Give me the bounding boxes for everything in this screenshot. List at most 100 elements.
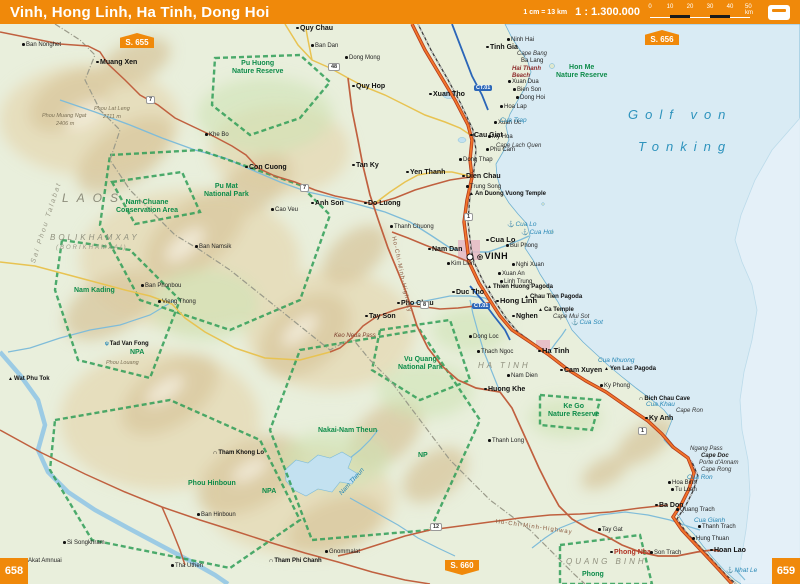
map-label: 7 xyxy=(300,184,309,192)
map-label: Ky Anh xyxy=(645,415,673,423)
temple-icon xyxy=(469,191,474,197)
map-label: Phong Nha xyxy=(610,549,651,557)
map-label: Nhat Le xyxy=(726,567,757,575)
map-label: NPA xyxy=(130,349,144,357)
map-label: Xuan Dua xyxy=(508,79,539,86)
map-label: Chau Tien Pagoda xyxy=(524,294,582,301)
map-label: Do Luong xyxy=(364,200,401,208)
settlement-dot xyxy=(271,208,274,211)
settlement-dot xyxy=(486,239,489,242)
settlement-dot xyxy=(171,564,174,567)
map-label: Tonking xyxy=(638,140,732,154)
map-label: Vieng Thong xyxy=(158,299,196,306)
settlement-dot xyxy=(538,350,541,353)
map-label: Porte d'Annam xyxy=(699,460,739,467)
map-label: Thien Huong Pagoda xyxy=(487,284,553,291)
map-label: Cam Xuyen xyxy=(560,367,602,375)
scale-segment xyxy=(730,15,750,18)
fall-icon xyxy=(105,341,109,347)
map-label: Khe Bo xyxy=(205,132,229,139)
map-label: Xuan An xyxy=(498,271,525,278)
temple-icon xyxy=(8,376,13,382)
map-label: Cape Mui Sot xyxy=(553,314,589,321)
map-label: Bui Phong xyxy=(506,243,538,250)
settlement-dot xyxy=(365,315,368,318)
scale-cm-text: 1 cm = 13 km xyxy=(523,9,567,16)
map-label: VINH xyxy=(477,252,508,262)
settlement-dot xyxy=(63,541,66,544)
settlement-dot xyxy=(494,121,497,124)
map-label: Phou Muang Ngat xyxy=(42,113,86,119)
settlement-dot xyxy=(141,284,144,287)
map-label: Tham Phi Chanh xyxy=(269,558,322,565)
map-label: Hon Me Nature Reserve xyxy=(556,64,607,79)
map-label: Quy Hop xyxy=(352,83,385,91)
scale-bar-segments xyxy=(650,15,750,18)
map-label: Dong Thap xyxy=(459,157,493,164)
page-number-right: 659 xyxy=(772,558,800,584)
map-label: (BORIKHAMXAI) xyxy=(56,245,128,252)
map-label: Anh Son xyxy=(311,200,344,208)
map-label: Nakai-Nam Theun xyxy=(318,427,377,435)
map-label: Golf von xyxy=(628,108,732,122)
settlement-dot xyxy=(513,88,516,91)
settlement-dot xyxy=(459,158,462,161)
map-label: Cua Lo xyxy=(507,221,536,229)
map-label: Tay Son xyxy=(365,313,396,321)
anchor-icon xyxy=(521,229,528,236)
map-label: Ban Nonghet xyxy=(22,42,61,49)
map-label: 2711 m xyxy=(103,114,121,120)
scale-tick-label: 20 xyxy=(687,4,694,10)
settlement-dot xyxy=(500,280,503,283)
settlement-dot xyxy=(477,350,480,353)
map-label: Dong Hoi xyxy=(516,95,545,102)
map-label: Ho-Chi-Minh-Highway xyxy=(495,519,573,536)
settlement-dot xyxy=(488,439,491,442)
map-label: Duc Tho xyxy=(452,289,484,297)
map-label: Cua Hoi xyxy=(521,229,553,237)
settlement-dot xyxy=(466,185,469,188)
map-label: Hoa Lap xyxy=(500,104,527,111)
scale-segment xyxy=(710,15,730,18)
map-label: Yen Thanh xyxy=(406,169,445,177)
map-label: Bien Son xyxy=(513,87,541,94)
map-label: Nam Dien xyxy=(507,373,538,380)
map-label: 1 xyxy=(464,213,473,221)
map-label: Tha Uthen xyxy=(171,563,203,570)
settlement-dot xyxy=(698,525,701,528)
settlement-dot xyxy=(352,85,355,88)
settlement-dot xyxy=(428,248,431,251)
scale-ticks: 01020304050 km xyxy=(648,4,760,13)
map-label: 2406 m xyxy=(56,121,74,127)
temple-icon xyxy=(487,284,492,290)
map-label: Ban Dan xyxy=(311,43,338,50)
map-label: Akat Amnuai xyxy=(24,558,62,565)
anchor-icon xyxy=(726,567,733,574)
settlement-dot xyxy=(598,528,601,531)
settlement-dot xyxy=(406,171,409,174)
map-label: Ban Namsik xyxy=(195,244,231,251)
settlement-dot xyxy=(484,388,487,391)
settlement-dot xyxy=(158,300,161,303)
map-label: Nam Chuane Conservation Area xyxy=(116,199,178,214)
map-label: Cape Lach Quen xyxy=(496,143,541,150)
settlement-dot xyxy=(364,202,367,205)
settlement-dot xyxy=(325,550,328,553)
settlement-dot xyxy=(390,225,393,228)
map-label: Hung Thuan xyxy=(692,536,729,543)
map-label: BOLIKHAMXAY xyxy=(50,234,140,243)
map-label: Cua Ron xyxy=(687,474,713,481)
scale-ratio-text: 1 : 1.300.000 xyxy=(575,6,640,18)
map-label: Tad Van Fong xyxy=(105,341,149,348)
map-labels-layer: Golf vonTonkingLAOSBOLIKHAMXAY(BORIKHAMX… xyxy=(0,0,800,584)
settlement-dot xyxy=(671,488,674,491)
map-label: Phou Louang xyxy=(106,360,139,366)
map-label: HA TINH xyxy=(478,362,531,371)
map-label: Kim Lien xyxy=(447,261,474,268)
settlement-dot xyxy=(197,513,200,516)
map-label: Muang Xen xyxy=(96,59,137,67)
settlement-dot xyxy=(345,56,348,59)
settlement-dot xyxy=(710,549,713,552)
settlement-dot xyxy=(650,551,653,554)
map-label: Quy Chau xyxy=(296,25,333,33)
